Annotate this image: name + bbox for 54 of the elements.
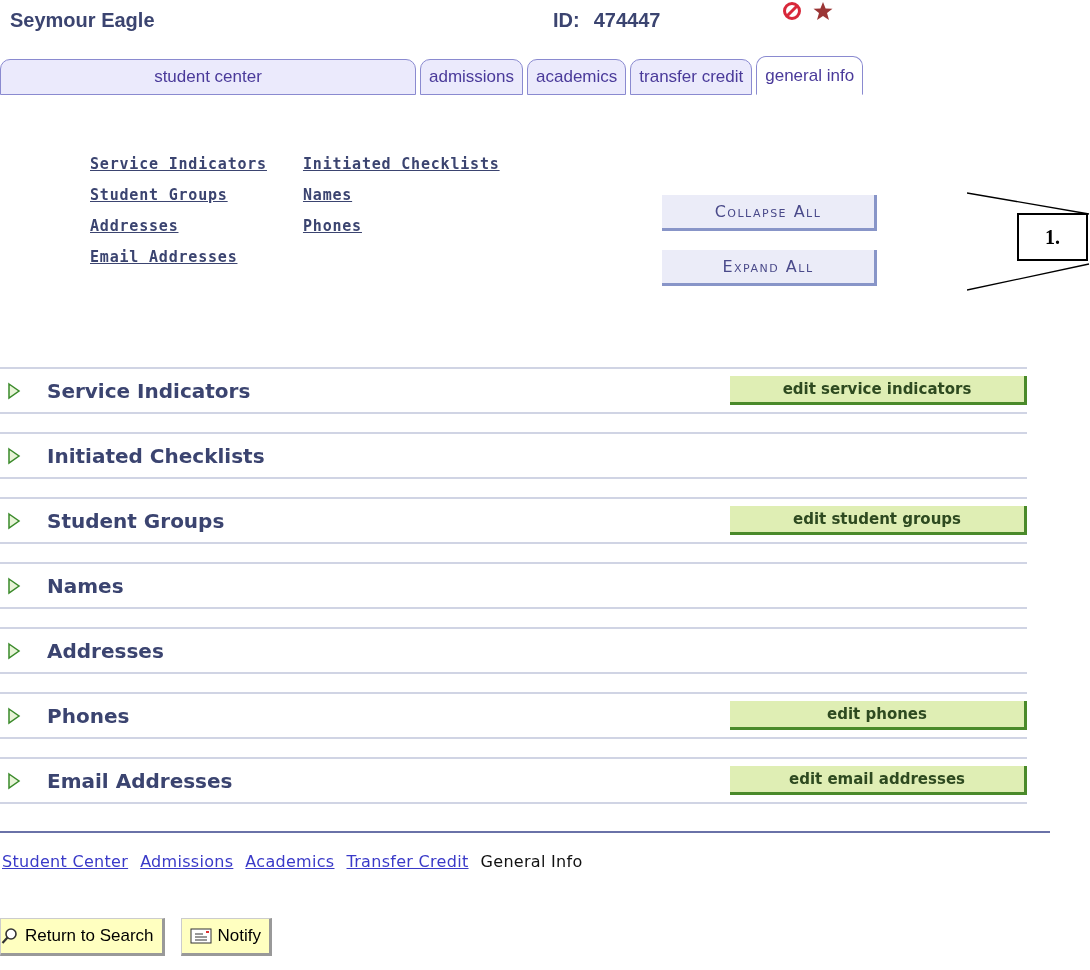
section-header[interactable]: Addresses	[0, 627, 1027, 674]
edit-button[interactable]: edit service indicators	[730, 376, 1027, 405]
section-header[interactable]: Email Addresses edit email addresses	[0, 757, 1027, 804]
tab[interactable]: transfer credit	[630, 59, 753, 95]
section-header[interactable]: Service Indicators edit service indicators	[0, 367, 1027, 414]
callout-label: 1.	[1017, 213, 1088, 261]
return-to-search-button[interactable]: Return to Search	[0, 918, 165, 956]
expand-triangle-icon[interactable]	[7, 576, 21, 595]
student-name: Seymour Eagle	[10, 8, 156, 32]
expand-triangle-icon[interactable]	[7, 381, 21, 400]
section-title: Phones	[47, 703, 131, 728]
expand-triangle-icon[interactable]	[7, 706, 21, 725]
expand-triangle-icon[interactable]	[7, 446, 21, 465]
search-icon	[1, 927, 19, 945]
footer-link[interactable]: Academics	[245, 852, 335, 871]
section-title: Service Indicators	[47, 378, 252, 403]
tab[interactable]: admissions	[420, 59, 524, 95]
section-header[interactable]: Initiated Checklists	[0, 432, 1027, 479]
section-header[interactable]: Student Groups edit student groups	[0, 497, 1027, 544]
section-link[interactable]: Student Groups	[90, 184, 228, 206]
edit-button[interactable]: edit student groups	[730, 506, 1027, 535]
section-title: Student Groups	[47, 508, 226, 533]
section-link[interactable]: Service Indicators	[90, 153, 267, 175]
current-page-label: General Info	[480, 852, 583, 871]
tab[interactable]: academics	[527, 59, 627, 95]
tab[interactable]: student center	[0, 59, 416, 95]
section-header[interactable]: Phones edit phones	[0, 692, 1027, 739]
prohibited-icon	[782, 1, 803, 21]
expand-triangle-icon[interactable]	[7, 511, 21, 530]
tab[interactable]: general info	[756, 56, 864, 95]
section-link[interactable]: Initiated Checklists	[302, 153, 500, 175]
section-title: Email Addresses	[47, 768, 234, 793]
notify-button[interactable]: Notify	[180, 918, 272, 956]
id-label: ID:	[553, 8, 580, 32]
id-value: 474447	[593, 8, 661, 32]
footer-link[interactable]: Transfer Credit	[346, 852, 469, 871]
expand-all-button[interactable]: Expand All	[662, 250, 877, 286]
section-link[interactable]: Email Addresses	[90, 246, 238, 268]
footer-link[interactable]: Student Center	[2, 852, 129, 871]
expand-triangle-icon[interactable]	[7, 771, 21, 790]
section-link[interactable]: Addresses	[90, 215, 179, 237]
expand-triangle-icon[interactable]	[7, 641, 21, 660]
section-link[interactable]: Phones	[302, 215, 362, 237]
section-title: Names	[47, 573, 125, 598]
footer-link[interactable]: Admissions	[140, 852, 234, 871]
edit-button[interactable]: edit email addresses	[730, 766, 1027, 795]
section-header[interactable]: Names	[0, 562, 1027, 609]
star-icon	[812, 1, 835, 21]
collapse-all-button[interactable]: Collapse All	[662, 195, 877, 231]
section-link[interactable]: Names	[302, 184, 353, 206]
section-title: Addresses	[47, 638, 165, 663]
edit-button[interactable]: edit phones	[730, 701, 1027, 730]
envelope-icon	[189, 928, 212, 944]
section-title: Initiated Checklists	[47, 443, 266, 468]
